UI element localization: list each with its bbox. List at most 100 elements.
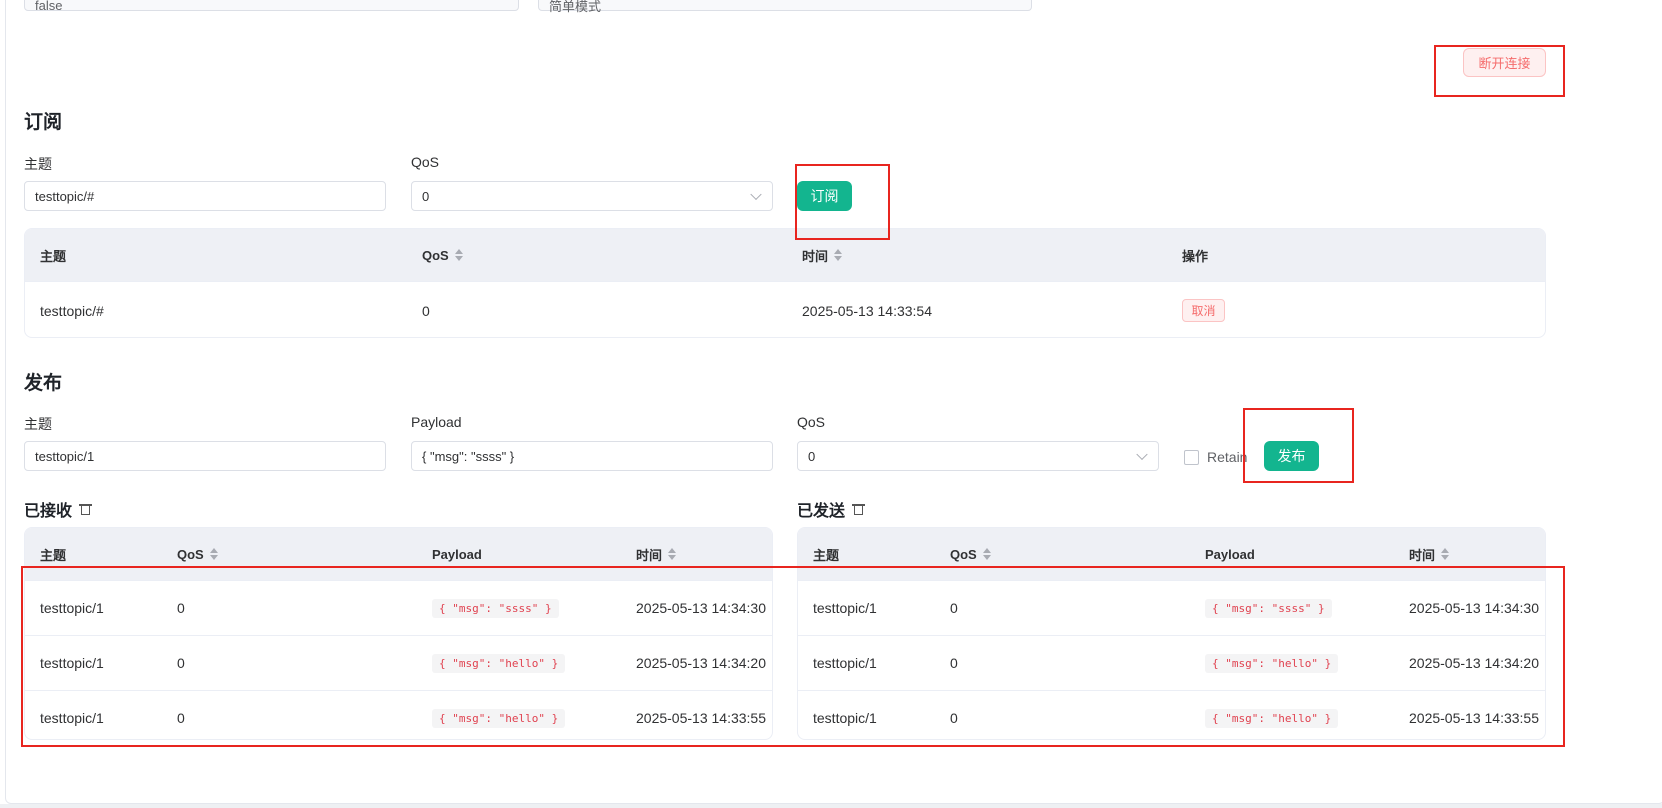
cell-time: 2025-05-13 14:34:20: [636, 655, 766, 671]
payload-code: { "msg": "hello" }: [432, 708, 566, 728]
publish-qos-label: QoS: [797, 414, 826, 430]
bottom-divider: [0, 804, 1662, 808]
sort-icon[interactable]: [834, 249, 843, 261]
table-row: testtopic/1 0 { "msg": "ssss" } 2025-05-…: [25, 580, 772, 635]
publish-qos-value: 0: [808, 448, 816, 464]
sort-icon[interactable]: [209, 548, 218, 560]
column-header-qos[interactable]: QoS: [950, 528, 991, 580]
cell-topic: testtopic/1: [40, 600, 104, 616]
table-row: testtopic/1 0 { "msg": "hello" } 2025-05…: [25, 635, 772, 690]
cell-payload: { "msg": "hello" }: [432, 636, 566, 690]
subscribe-qos-value: 0: [422, 188, 430, 204]
cell-payload: { "msg": "ssss" }: [432, 581, 559, 635]
sort-icon[interactable]: [454, 249, 463, 261]
disconnect-button[interactable]: 断开连接: [1463, 48, 1546, 77]
received-table-header: 主题 QoS Payload 时间: [25, 528, 772, 580]
subscribe-topic-label: 主题: [24, 156, 52, 172]
column-header-qos[interactable]: QoS: [177, 528, 218, 580]
table-row: testtopic/1 0 { "msg": "ssss" } 2025-05-…: [798, 580, 1545, 635]
cell-qos: 0: [950, 710, 958, 726]
column-header-time[interactable]: 时间: [636, 528, 677, 580]
publish-section-title: 发布: [24, 373, 63, 394]
subscribe-section-title: 订阅: [24, 112, 63, 133]
cell-time: 2025-05-13 14:34:20: [1409, 655, 1539, 671]
received-table: 主题 QoS Payload 时间 testtopic/1 0 { "msg":…: [24, 527, 773, 740]
sent-table-header: 主题 QoS Payload 时间: [798, 528, 1545, 580]
subscribe-qos-select[interactable]: 0: [411, 181, 773, 211]
column-header-time[interactable]: 时间: [802, 229, 843, 281]
cell-topic: testtopic/1: [40, 710, 104, 726]
cell-payload: { "msg": "ssss" }: [1205, 581, 1332, 635]
subscribe-topic-input[interactable]: testtopic/#: [24, 181, 386, 211]
top-field-left-value: false: [35, 0, 63, 13]
sort-icon[interactable]: [1441, 548, 1450, 560]
column-header-time[interactable]: 时间: [1409, 528, 1450, 580]
table-row: testtopic/# 0 2025-05-13 14:33:54 取消: [25, 281, 1545, 337]
cell-payload: { "msg": "hello" }: [1205, 691, 1339, 739]
trash-icon[interactable]: [852, 503, 866, 515]
retain-checkbox[interactable]: Retain: [1184, 449, 1247, 465]
payload-code: { "msg": "hello" }: [1205, 653, 1339, 673]
cell-time: 2025-05-13 14:34:30: [1409, 600, 1539, 616]
cell-topic: testtopic/1: [813, 600, 877, 616]
retain-label: Retain: [1207, 449, 1248, 465]
cell-topic: testtopic/1: [813, 655, 877, 671]
publish-topic-label: 主题: [24, 416, 52, 432]
publish-payload-input[interactable]: { "msg": "ssss" }: [411, 441, 773, 471]
top-field-left[interactable]: false: [24, 0, 519, 13]
received-title: 已接收: [24, 497, 93, 521]
cell-topic: testtopic/#: [40, 302, 104, 319]
trash-icon[interactable]: [79, 503, 93, 515]
cell-topic: testtopic/1: [40, 655, 104, 671]
column-header-topic: 主题: [813, 547, 840, 563]
subscriptions-table-header: 主题 QoS 时间 操作: [25, 229, 1545, 281]
cell-topic: testtopic/1: [813, 710, 877, 726]
sent-title-text: 已发送: [797, 503, 846, 520]
top-field-right[interactable]: 简单模式: [538, 0, 1032, 14]
column-header-topic: 主题: [40, 547, 67, 563]
column-header-topic: 主题: [40, 248, 67, 264]
cell-qos: 0: [177, 600, 185, 616]
cell-qos: 0: [950, 600, 958, 616]
cell-qos: 0: [177, 710, 185, 726]
top-field-right-value: 简单模式: [549, 0, 602, 14]
publish-button[interactable]: 发布: [1264, 441, 1319, 471]
cell-time: 2025-05-13 14:34:30: [636, 600, 766, 616]
publish-topic-value: testtopic/1: [35, 448, 95, 464]
sort-icon[interactable]: [668, 548, 677, 560]
received-title-text: 已接收: [24, 503, 73, 520]
column-header-payload: Payload: [1205, 546, 1255, 562]
payload-code: { "msg": "ssss" }: [1205, 598, 1332, 618]
cell-action: 取消: [1182, 282, 1225, 337]
column-header-qos[interactable]: QoS: [422, 229, 463, 281]
subscribe-button[interactable]: 订阅: [797, 181, 852, 211]
table-row: testtopic/1 0 { "msg": "hello" } 2025-05…: [798, 635, 1545, 690]
sort-icon[interactable]: [982, 548, 991, 560]
publish-qos-select[interactable]: 0: [797, 441, 1159, 471]
column-header-payload: Payload: [432, 546, 482, 562]
chevron-down-icon: [750, 188, 762, 201]
cell-qos: 0: [950, 655, 958, 671]
payload-code: { "msg": "hello" }: [432, 653, 566, 673]
cell-time: 2025-05-13 14:33:55: [636, 710, 766, 726]
sent-title: 已发送: [797, 497, 866, 521]
publish-payload-value: { "msg": "ssss" }: [422, 448, 515, 464]
cell-qos: 0: [422, 302, 430, 319]
payload-code: { "msg": "hello" }: [1205, 708, 1339, 728]
cell-payload: { "msg": "hello" }: [432, 691, 566, 739]
subscriptions-table: 主题 QoS 时间 操作 testtopic/# 0 2025-05-13 14…: [24, 228, 1546, 338]
subscribe-topic-value: testtopic/#: [35, 188, 95, 204]
payload-code: { "msg": "ssss" }: [432, 598, 559, 618]
subscribe-qos-label: QoS: [411, 154, 440, 170]
cell-qos: 0: [177, 655, 185, 671]
chevron-down-icon: [1136, 448, 1148, 461]
table-row: testtopic/1 0 { "msg": "hello" } 2025-05…: [25, 690, 772, 739]
cell-time: 2025-05-13 14:33:55: [1409, 710, 1539, 726]
cell-time: 2025-05-13 14:33:54: [802, 302, 932, 319]
publish-topic-input[interactable]: testtopic/1: [24, 441, 386, 471]
unsubscribe-button[interactable]: 取消: [1182, 299, 1225, 322]
table-row: testtopic/1 0 { "msg": "hello" } 2025-05…: [798, 690, 1545, 739]
checkbox-box[interactable]: [1184, 449, 1199, 465]
column-header-action: 操作: [1182, 248, 1209, 264]
cell-payload: { "msg": "hello" }: [1205, 636, 1339, 690]
